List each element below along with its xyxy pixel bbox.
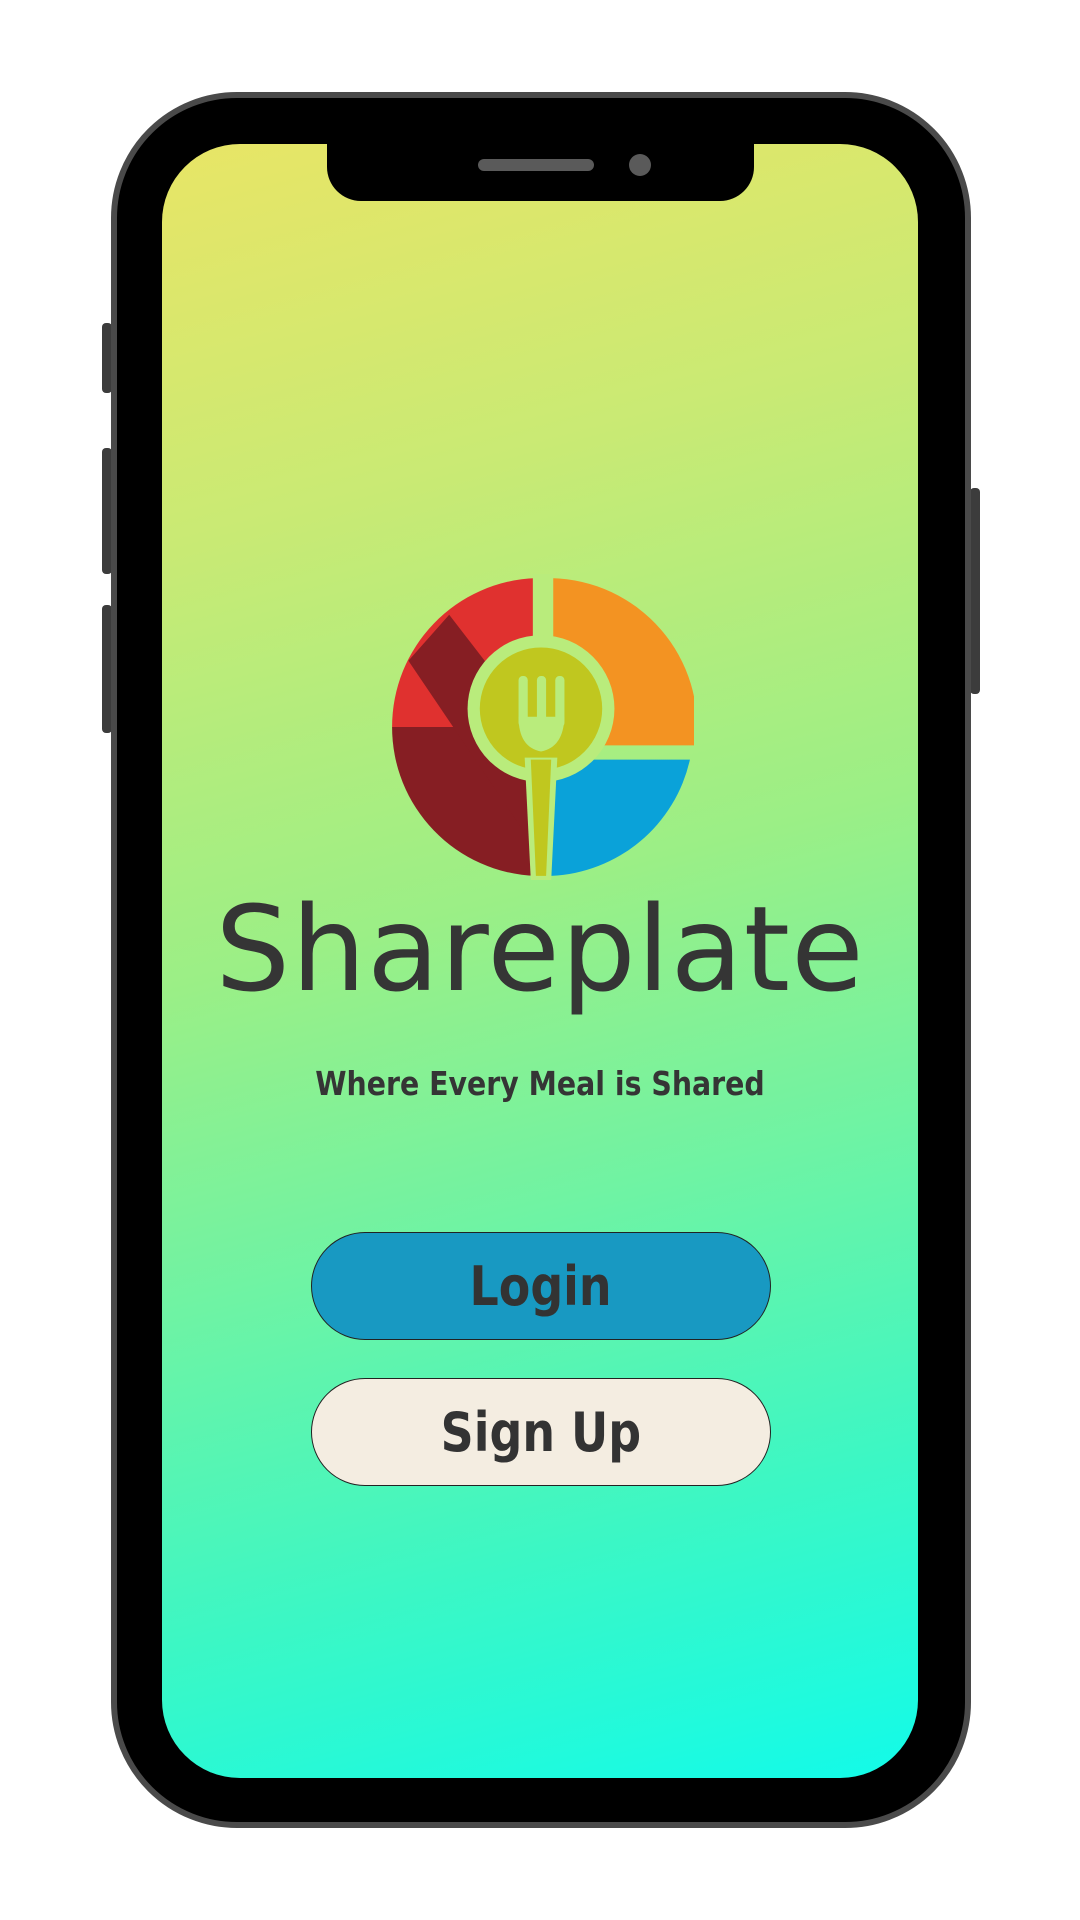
signup-button[interactable]: Sign Up [311, 1378, 771, 1486]
tagline: Where Every Meal is Shared [315, 1064, 765, 1103]
front-camera [629, 154, 651, 176]
power-button [970, 488, 980, 694]
mockup-canvas: Shareplate Where Every Meal is Shared Lo… [0, 0, 1080, 1920]
login-button-label: Login [469, 1254, 613, 1318]
brand-name: Shareplate [215, 880, 865, 1018]
plate-with-spoon-fork-icon [392, 574, 694, 880]
speaker-grille [478, 159, 594, 171]
signup-button-label: Sign Up [440, 1400, 642, 1464]
login-button[interactable]: Login [311, 1232, 771, 1340]
